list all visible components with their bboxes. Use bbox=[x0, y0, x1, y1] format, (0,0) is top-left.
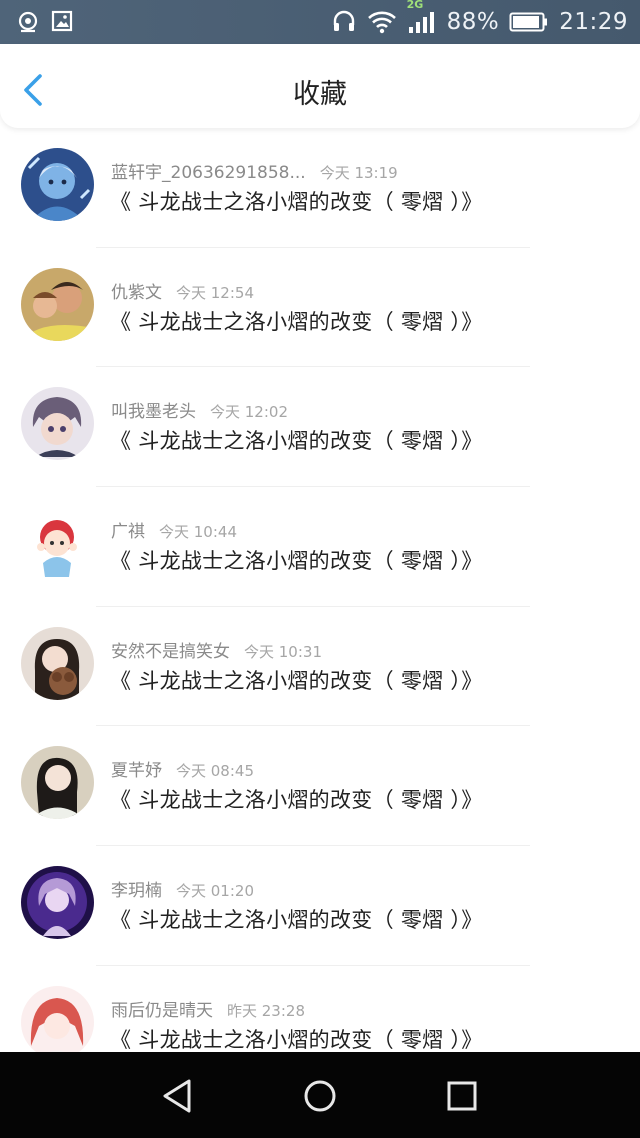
battery-percent: 88% bbox=[446, 9, 500, 35]
timestamp: 昨天 23:28 bbox=[227, 1001, 305, 1020]
wifi-icon bbox=[367, 11, 396, 34]
favorite-title: 《 斗龙战士之洛小熠的改变（ 零熠 ）》 bbox=[110, 908, 483, 933]
user-avatar[interactable] bbox=[21, 267, 94, 341]
favorite-title: 《 斗龙战士之洛小熠的改变（ 零熠 ）》 bbox=[110, 668, 483, 693]
navigation-bar bbox=[0, 1052, 640, 1138]
favorite-title: 《 斗龙战士之洛小熠的改变（ 零熠 ）》 bbox=[110, 549, 483, 574]
favorites-list: 蓝轩宇_20636291858... 今天 13:19 《 斗龙战士之洛小熠的改变… bbox=[0, 128, 640, 1052]
user-avatar[interactable] bbox=[21, 148, 94, 221]
username: 叫我墨老头 bbox=[111, 402, 196, 423]
timestamp: 今天 13:19 bbox=[319, 164, 398, 182]
recent-apps-square-icon[interactable] bbox=[440, 1074, 484, 1118]
favorite-title: 《 斗龙战士之洛小熠的改变（ 零熠 ）》 bbox=[110, 429, 483, 454]
username: 雨后仍是晴天 bbox=[111, 1000, 213, 1021]
username: 夏芊妤 bbox=[111, 761, 162, 782]
favorite-item[interactable]: 安然不是搞笑女 今天 10:31 《 斗龙战士之洛小熠的改变（ 零熠 ）》 bbox=[0, 607, 640, 727]
header: 收藏 bbox=[0, 44, 640, 128]
status-bar: 2G 88% 21:29 bbox=[0, 0, 640, 44]
favorite-title: 《 斗龙战士之洛小熠的改变（ 零熠 ）》 bbox=[110, 788, 483, 813]
favorite-item[interactable]: 李玥楠 今天 01:20 《 斗龙战士之洛小熠的改变（ 零熠 ）》 bbox=[0, 846, 640, 966]
notification-icon bbox=[18, 11, 38, 33]
username: 仇紫文 bbox=[111, 282, 162, 303]
username: 李玥楠 bbox=[111, 881, 162, 902]
username: 安然不是搞笑女 bbox=[111, 641, 230, 662]
screen: 2G 88% 21:29 收藏 蓝轩宇_20636291858... 今天 13… bbox=[0, 0, 640, 1138]
timestamp: 今天 12:54 bbox=[176, 283, 254, 302]
username: 广祺 bbox=[111, 522, 145, 543]
timestamp: 今天 12:02 bbox=[210, 403, 288, 422]
user-avatar[interactable] bbox=[21, 387, 94, 461]
favorite-item[interactable]: 雨后仍是晴天 昨天 23:28 《 斗龙战士之洛小熠的改变（ 零熠 ）》 bbox=[0, 966, 640, 1052]
timestamp: 今天 08:45 bbox=[176, 762, 254, 781]
favorite-item[interactable]: 叫我墨老头 今天 12:02 《 斗龙战士之洛小熠的改变（ 零熠 ）》 bbox=[0, 367, 640, 488]
favorite-item[interactable]: 蓝轩宇_20636291858... 今天 13:19 《 斗龙战士之洛小熠的改变… bbox=[0, 128, 640, 248]
page-title: 收藏 bbox=[293, 79, 347, 110]
home-circle-icon[interactable] bbox=[298, 1074, 342, 1118]
signal-icon bbox=[408, 12, 434, 33]
battery-icon bbox=[509, 12, 548, 32]
favorite-title: 《 斗龙战士之洛小熠的改变（ 零熠 ）》 bbox=[110, 309, 483, 334]
clock: 21:29 bbox=[559, 9, 628, 35]
user-avatar[interactable] bbox=[21, 626, 94, 700]
user-avatar[interactable] bbox=[21, 507, 94, 581]
headphones-icon bbox=[333, 10, 354, 31]
user-avatar[interactable] bbox=[21, 866, 94, 940]
timestamp: 今天 01:20 bbox=[176, 882, 254, 901]
favorite-title: 《 斗龙战士之洛小熠的改变（ 零熠 ）》 bbox=[110, 190, 483, 214]
favorite-item[interactable]: 广祺 今天 10:44 《 斗龙战士之洛小熠的改变（ 零熠 ）》 bbox=[0, 487, 640, 607]
username: 蓝轩宇_20636291858... bbox=[111, 163, 306, 183]
favorite-item[interactable]: 仇紫文 今天 12:54 《 斗龙战士之洛小熠的改变（ 零熠 ）》 bbox=[0, 248, 640, 368]
user-avatar[interactable] bbox=[21, 746, 94, 820]
timestamp: 今天 10:31 bbox=[244, 642, 322, 661]
back-triangle-icon[interactable] bbox=[156, 1074, 200, 1118]
user-avatar[interactable] bbox=[21, 985, 94, 1052]
image-icon bbox=[51, 10, 73, 32]
favorite-title: 《 斗龙战士之洛小熠的改变（ 零熠 ）》 bbox=[110, 1027, 483, 1052]
favorite-item[interactable]: 夏芊妤 今天 08:45 《 斗龙战士之洛小熠的改变（ 零熠 ）》 bbox=[0, 726, 640, 847]
timestamp: 今天 10:44 bbox=[159, 523, 237, 542]
